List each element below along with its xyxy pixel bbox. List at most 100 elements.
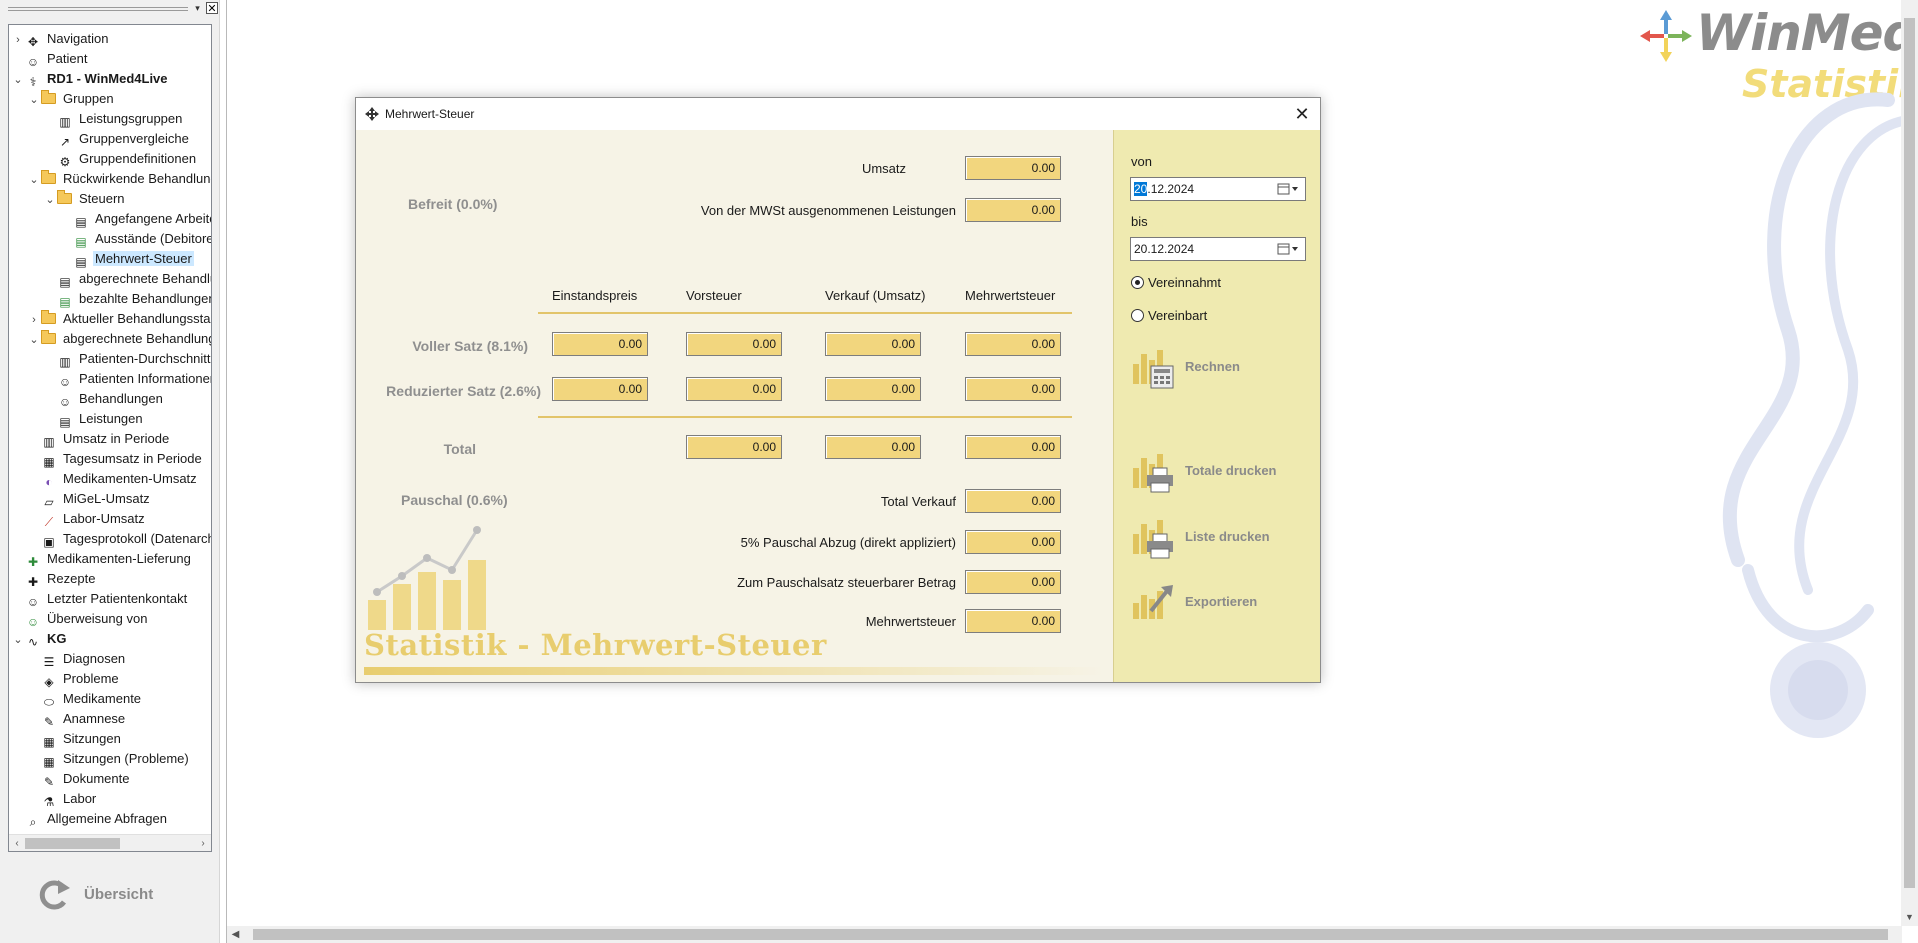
chevron-down-icon[interactable]: ⌄ bbox=[11, 630, 25, 650]
tree-item[interactable]: ☺ Behandlungen bbox=[43, 389, 211, 409]
chevron-down-icon[interactable]: ⌄ bbox=[27, 170, 41, 190]
scroll-left-icon[interactable]: ◀ bbox=[227, 926, 244, 943]
tree-item[interactable]: ▥ Umsatz in Periode bbox=[27, 429, 211, 449]
tree-item[interactable]: ☺ Patienten Informationen bbox=[43, 369, 211, 389]
voller-verkauf-field[interactable]: 0.00 bbox=[825, 332, 921, 356]
tree-item[interactable]: ▤ Mehrwert-Steuer bbox=[59, 249, 211, 269]
radio-vereinbart[interactable]: Vereinbart bbox=[1131, 308, 1207, 323]
radio-button[interactable] bbox=[1131, 309, 1144, 322]
chevron-down-icon[interactable]: ⌄ bbox=[11, 70, 25, 90]
tree-item[interactable]: ⬭ Medikamente bbox=[27, 689, 211, 709]
scrollbar-thumb[interactable] bbox=[253, 929, 1888, 940]
total-vorsteuer-field[interactable]: 0.00 bbox=[686, 435, 782, 459]
tree-item[interactable]: ⌄ Rückwirkende Behandlungen bbox=[27, 169, 211, 190]
chevron-right-icon[interactable]: › bbox=[27, 310, 41, 330]
tree-item[interactable]: ▦ Sitzungen (Probleme) bbox=[27, 749, 211, 769]
scroll-down-icon[interactable]: ▼ bbox=[1901, 909, 1918, 926]
totale-drucken-button[interactable]: Totale drucken bbox=[1131, 450, 1311, 494]
tree-item[interactable]: ⚗ Labor bbox=[27, 789, 211, 809]
panel-drag-handle[interactable] bbox=[8, 7, 188, 11]
reduziert-vorsteuer-field[interactable]: 0.00 bbox=[686, 377, 782, 401]
tree-item[interactable]: ▥ Leistungsgruppen bbox=[43, 109, 211, 129]
total-verkauf-field[interactable]: 0.00 bbox=[825, 435, 921, 459]
voller-vorsteuer-field[interactable]: 0.00 bbox=[686, 332, 782, 356]
tree-item[interactable]: ▤ Angefangene Arbeiten bbox=[59, 209, 211, 229]
tree-item[interactable]: ✎ Dokumente bbox=[27, 769, 211, 789]
tree-item[interactable]: › Aktueller Behandlungsstand bbox=[27, 309, 211, 330]
tree-item-label: Ausstände (Debitoren) bbox=[95, 231, 211, 246]
dialog-titlebar[interactable]: Mehrwert-Steuer ✕ bbox=[356, 98, 1320, 130]
scroll-right-icon[interactable]: › bbox=[195, 835, 211, 851]
overview-button[interactable]: Übersicht bbox=[30, 870, 190, 920]
voller-mehrwertsteuer-field[interactable]: 0.00 bbox=[965, 332, 1061, 356]
tree-item[interactable]: ▥ Patienten-Durchschnitt bbox=[43, 349, 211, 369]
main-vertical-scrollbar[interactable]: ▼ bbox=[1901, 0, 1918, 926]
close-panel-button[interactable]: ✕ bbox=[206, 2, 218, 15]
tree-item[interactable]: ◈ Probleme bbox=[27, 669, 211, 689]
tree-item[interactable]: ↗ Gruppenvergleiche bbox=[43, 129, 211, 149]
tree-item[interactable]: ⟋ Labor-Umsatz bbox=[27, 509, 211, 529]
tree-item[interactable]: ⌕ Allgemeine Abfragen bbox=[11, 809, 211, 829]
rechnen-button[interactable]: Rechnen bbox=[1131, 346, 1311, 390]
reduziert-einstandspreis-field[interactable]: 0.00 bbox=[552, 377, 648, 401]
tree-item[interactable]: › ✥ Navigation bbox=[11, 29, 211, 50]
steuerbarer-betrag-field[interactable]: 0.00 bbox=[965, 570, 1061, 594]
reduziert-verkauf-field[interactable]: 0.00 bbox=[825, 377, 921, 401]
exportieren-button[interactable]: Exportieren bbox=[1131, 581, 1311, 625]
chevron-down-icon[interactable]: ⌄ bbox=[27, 90, 41, 110]
chevron-right-icon[interactable]: › bbox=[11, 30, 25, 50]
reduziert-mehrwertsteuer-field[interactable]: 0.00 bbox=[965, 377, 1061, 401]
radio-button-selected[interactable] bbox=[1131, 276, 1144, 289]
calendar-dropdown-icon[interactable] bbox=[1277, 242, 1299, 256]
chevron-down-icon[interactable]: ⌄ bbox=[43, 190, 57, 210]
tree-horizontal-scrollbar[interactable]: ‹ › bbox=[9, 834, 211, 851]
tree-item[interactable]: ▤ bezahlte Behandlungen bbox=[43, 289, 211, 309]
pin-icon[interactable]: ▾ bbox=[192, 2, 203, 14]
scroll-left-icon[interactable]: ‹ bbox=[9, 835, 25, 851]
pauschal-abzug-field[interactable]: 0.00 bbox=[965, 530, 1061, 554]
total-verkauf-field[interactable]: 0.00 bbox=[965, 489, 1061, 513]
liste-drucken-button[interactable]: Liste drucken bbox=[1131, 516, 1311, 560]
tree-item[interactable]: ✚ Rezepte bbox=[11, 569, 211, 589]
tree-item[interactable]: ▤ abgerechnete Behandlungen bbox=[43, 269, 211, 289]
calendar-dropdown-icon[interactable] bbox=[1277, 182, 1299, 196]
tree-item[interactable]: ⌄ ∿ KG bbox=[11, 629, 211, 650]
radio-vereinnahmt[interactable]: Vereinnahmt bbox=[1131, 275, 1221, 290]
main-horizontal-scrollbar[interactable]: ◀ bbox=[227, 926, 1902, 943]
scrollbar-thumb[interactable] bbox=[25, 838, 120, 849]
ausgenommen-field[interactable]: 0.00 bbox=[965, 198, 1061, 222]
scrollbar-thumb[interactable] bbox=[1904, 18, 1915, 888]
tree-item[interactable]: ✚ Medikamenten-Lieferung bbox=[11, 549, 211, 569]
tree-item[interactable]: ▦ Tagesumsatz in Periode bbox=[27, 449, 211, 469]
tree-item[interactable]: ☺ Patient bbox=[11, 49, 211, 69]
tree-item[interactable]: ✎ Anamnese bbox=[27, 709, 211, 729]
chevron-down-icon[interactable]: ⌄ bbox=[27, 330, 41, 350]
umsatz-field[interactable]: 0.00 bbox=[965, 156, 1061, 180]
flask-icon: ⚗ bbox=[43, 795, 55, 809]
tree-item[interactable]: ☰ Diagnosen bbox=[27, 649, 211, 669]
calculator-chart-icon bbox=[1133, 350, 1174, 389]
pauschal-mehrwertsteuer-field[interactable]: 0.00 bbox=[965, 609, 1061, 633]
bis-date-input[interactable]: 20.12.2024 bbox=[1130, 237, 1306, 261]
total-mehrwertsteuer-field[interactable]: 0.00 bbox=[965, 435, 1061, 459]
von-date-input[interactable]: 20.12.2024 bbox=[1130, 177, 1306, 201]
tree-item[interactable]: ▱ MiGeL-Umsatz bbox=[27, 489, 211, 509]
tree-item[interactable]: ▤ Ausstände (Debitoren) bbox=[59, 229, 211, 249]
tree-item[interactable]: ⚙ Gruppendefinitionen bbox=[43, 149, 211, 169]
voller-einstandspreis-field[interactable]: 0.00 bbox=[552, 332, 648, 356]
von-label: von bbox=[1131, 154, 1152, 169]
tree-item-label: Überweisung von bbox=[47, 611, 148, 626]
tree-item[interactable]: ⌄ ⚕ RD1 - WinMed4Live bbox=[11, 69, 211, 90]
tree-item[interactable]: ▣ Tagesprotokoll (Datenarchiv) bbox=[27, 529, 211, 549]
tree-item[interactable]: ⌄ abgerechnete Behandlungen bbox=[27, 329, 211, 350]
close-dialog-button[interactable]: ✕ bbox=[1290, 102, 1314, 126]
tree-item[interactable]: ▤ Leistungen bbox=[43, 409, 211, 429]
tree-item[interactable]: ☺ Letzter Patientenkontakt bbox=[11, 589, 211, 609]
tree-item[interactable]: ▦ Sitzungen bbox=[27, 729, 211, 749]
tree-item[interactable]: ⌄ Steuern bbox=[43, 189, 211, 210]
vat-dialog: Mehrwert-Steuer ✕ Befreit (0.0%) Umsatz … bbox=[355, 97, 1321, 683]
tree-item-label: Labor bbox=[63, 791, 97, 806]
tree-item[interactable]: ⌄ Gruppen bbox=[27, 89, 211, 110]
tree-item[interactable]: ◐ Medikamenten-Umsatz bbox=[27, 469, 211, 489]
tree-item[interactable]: ☺ Überweisung von bbox=[11, 609, 211, 629]
